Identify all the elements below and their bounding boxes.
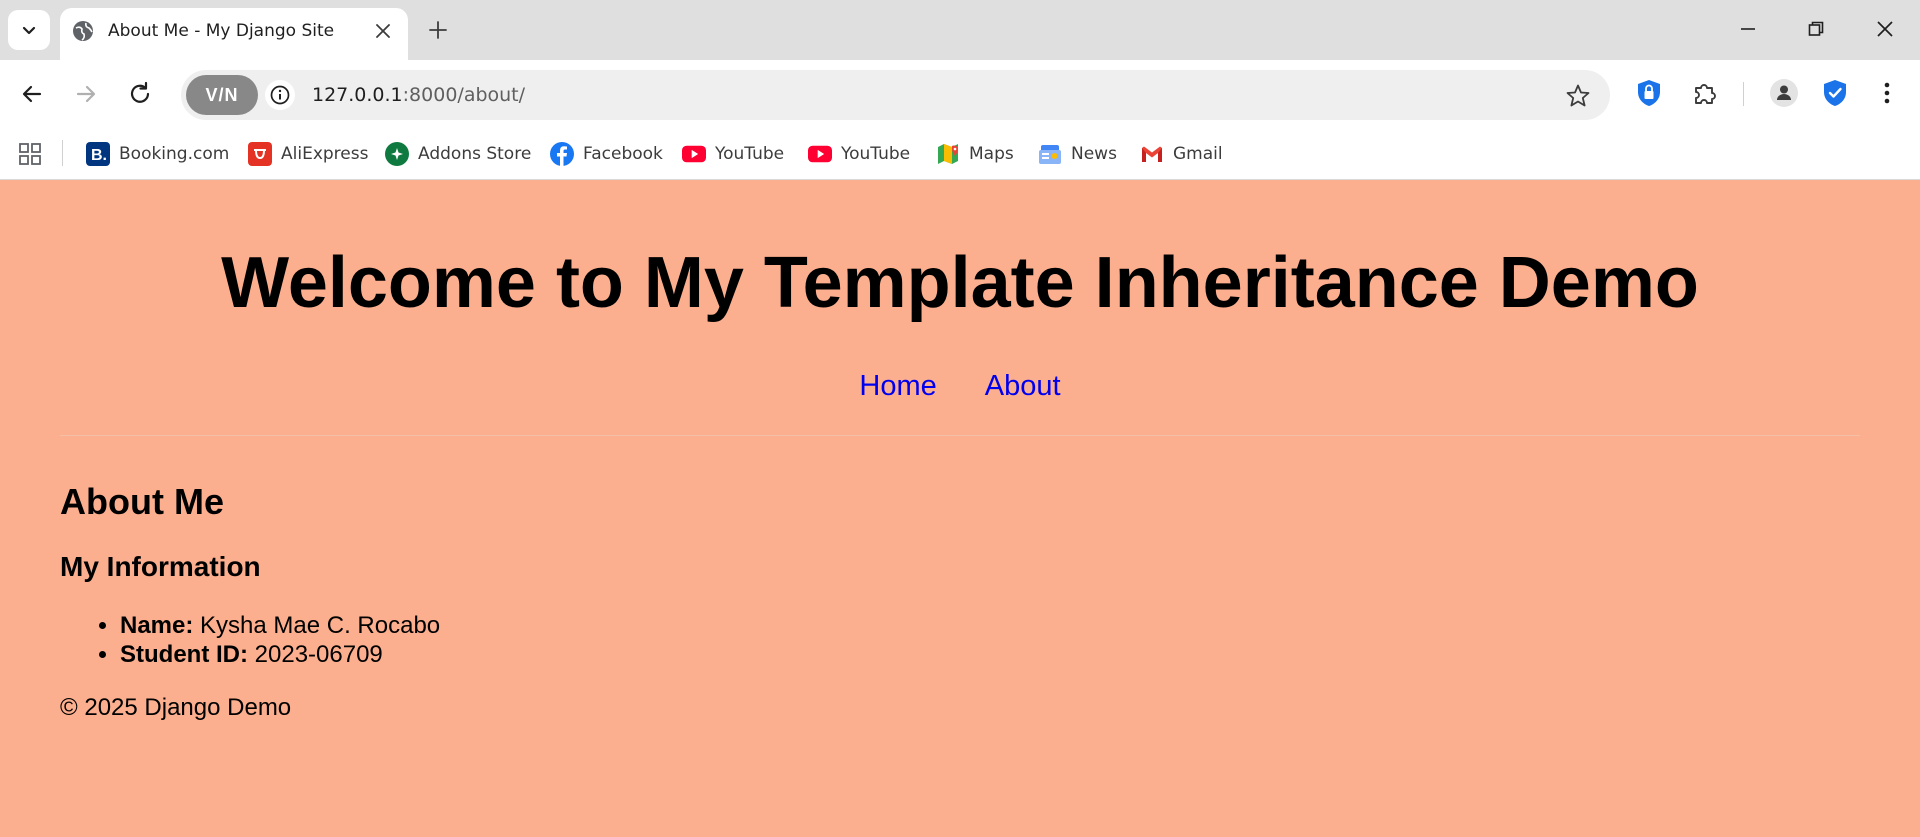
bookmark-booking[interactable]: B. Booking.com xyxy=(86,138,229,170)
nav-link-home[interactable]: Home xyxy=(859,370,936,402)
tab-search-button[interactable] xyxy=(8,10,50,50)
minimize-icon xyxy=(1741,28,1755,30)
bookmark-gmail[interactable]: Gmail xyxy=(1140,138,1223,170)
globe-icon xyxy=(72,20,94,42)
browser-toolbar: V/N 127.0.0.1:8000/about/ xyxy=(0,60,1920,128)
chevron-down-icon xyxy=(22,26,36,35)
info-value: 2023-06709 xyxy=(247,641,383,668)
nav-link-about[interactable]: About xyxy=(985,370,1061,402)
minimize-button[interactable] xyxy=(1720,8,1776,50)
close-tab-icon[interactable] xyxy=(370,18,396,44)
page-footer: © 2025 Django Demo xyxy=(60,694,292,721)
bookmark-aliexpress[interactable]: AliExpress xyxy=(248,138,368,170)
vpn-button[interactable]: V/N xyxy=(186,75,258,115)
info-value: Kysha Mae C. Rocabo xyxy=(193,612,441,639)
close-icon xyxy=(1877,21,1893,37)
list-item-student-id: Student ID: 2023-06709 xyxy=(120,640,440,669)
browser-menu-icon[interactable] xyxy=(1869,75,1905,111)
facebook-icon xyxy=(550,142,574,166)
youtube-icon xyxy=(682,142,706,166)
news-icon xyxy=(1038,142,1062,166)
restore-icon xyxy=(1808,21,1824,36)
bookmark-facebook[interactable]: Facebook xyxy=(550,138,663,170)
bookmark-addons-store[interactable]: Addons Store xyxy=(385,138,531,170)
info-label: Name: xyxy=(120,612,194,639)
tab-title: About Me - My Django Site xyxy=(108,21,335,41)
aliexpress-icon xyxy=(248,142,272,166)
restore-button[interactable] xyxy=(1788,8,1844,50)
shield-check-icon[interactable] xyxy=(1817,75,1853,111)
bookmark-maps[interactable]: Maps xyxy=(936,138,1014,170)
bookmark-youtube-2[interactable]: YouTube xyxy=(808,138,910,170)
extensions-icon[interactable] xyxy=(1687,75,1723,111)
back-button[interactable] xyxy=(12,74,52,114)
bookmarks-bar: B. Booking.com AliExpress Addons Store F… xyxy=(0,128,1920,180)
page-heading: About Me xyxy=(60,481,224,522)
address-bar[interactable]: V/N 127.0.0.1:8000/about/ xyxy=(181,70,1610,120)
site-nav: Home About xyxy=(0,369,1920,403)
addons-store-icon xyxy=(385,142,409,166)
profile-avatar[interactable] xyxy=(1766,75,1802,111)
bookmarks-divider xyxy=(62,140,63,166)
apps-grid-icon[interactable] xyxy=(16,140,44,168)
reload-icon xyxy=(130,81,150,103)
new-tab-button[interactable] xyxy=(424,16,452,44)
maps-icon xyxy=(936,142,960,166)
gmail-icon xyxy=(1140,142,1164,166)
close-window-button[interactable] xyxy=(1857,8,1913,50)
arrow-right-icon xyxy=(76,85,96,103)
divider xyxy=(60,435,1860,436)
svg-text:B.: B. xyxy=(91,147,107,164)
plus-icon xyxy=(429,21,447,39)
bookmark-news[interactable]: News xyxy=(1038,138,1117,170)
info-label: Student ID: xyxy=(120,641,248,668)
list-item-name: Name: Kysha Mae C. Rocabo xyxy=(120,611,440,640)
toolbar-divider xyxy=(1743,82,1744,106)
url-text[interactable]: 127.0.0.1:8000/about/ xyxy=(312,83,525,107)
info-list: Name: Kysha Mae C. Rocabo Student ID: 20… xyxy=(120,611,440,669)
tab-strip: About Me - My Django Site xyxy=(0,0,1920,60)
tab-active[interactable]: About Me - My Django Site xyxy=(60,8,408,60)
bookmark-star-icon[interactable] xyxy=(1564,82,1592,110)
section-heading: My Information xyxy=(60,551,261,582)
booking-icon: B. xyxy=(86,142,110,166)
bookmark-youtube-1[interactable]: YouTube xyxy=(682,138,784,170)
site-title: Welcome to My Template Inheritance Demo xyxy=(221,243,1699,323)
youtube-icon xyxy=(808,142,832,166)
forward-button[interactable] xyxy=(66,74,106,114)
password-manager-icon[interactable] xyxy=(1631,75,1667,111)
site-info-icon[interactable] xyxy=(265,80,295,110)
arrow-left-icon xyxy=(22,85,42,103)
page-content: Welcome to My Template Inheritance Demo … xyxy=(0,181,1920,837)
reload-button[interactable] xyxy=(120,74,160,114)
